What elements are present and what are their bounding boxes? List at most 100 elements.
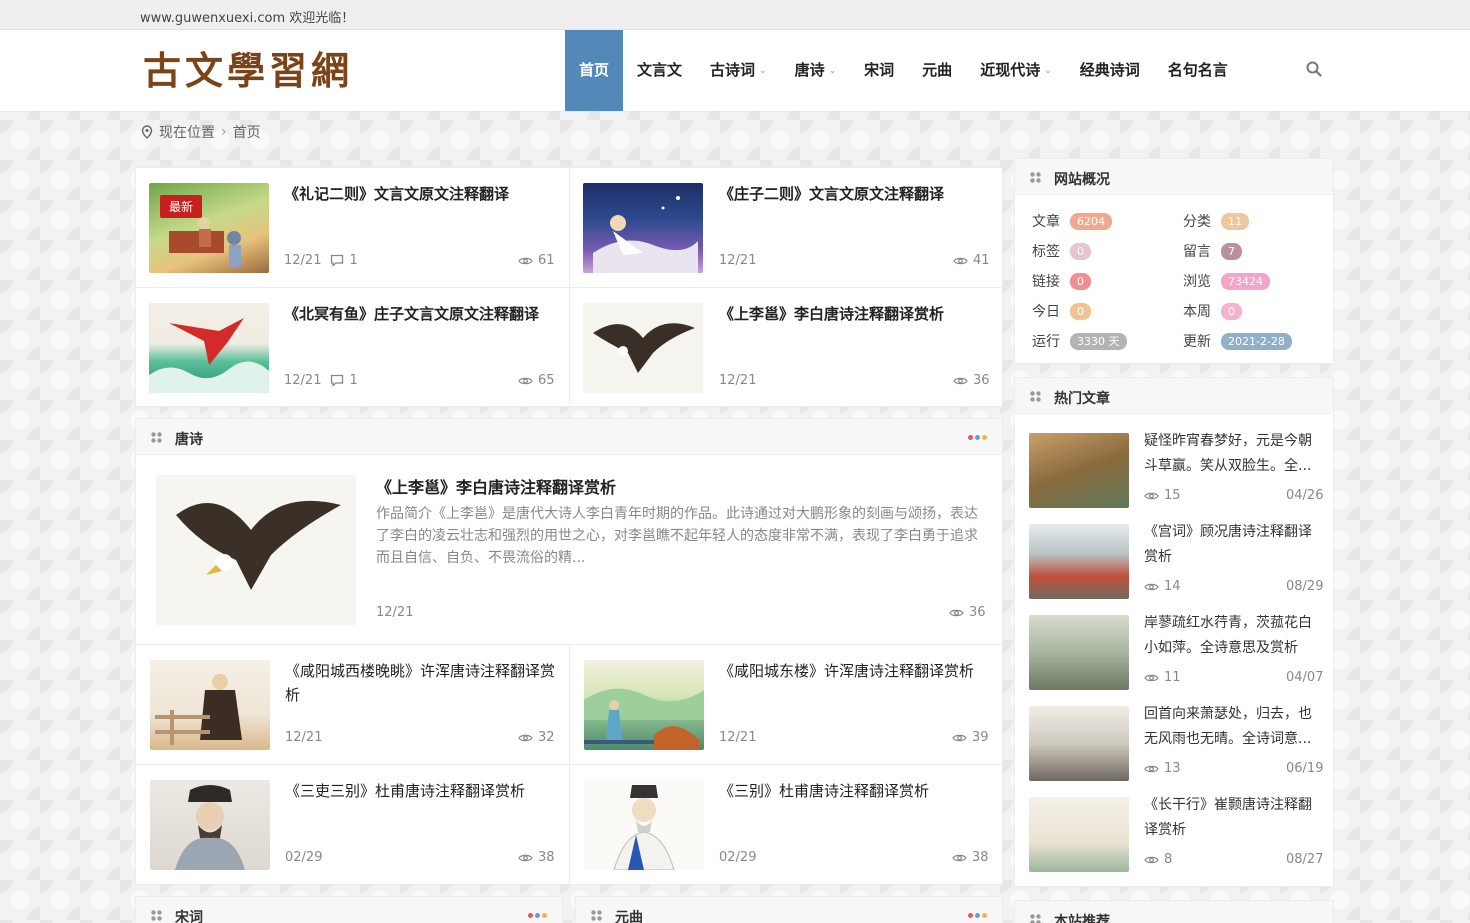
hot-article-item: 《宫词》顾况唐诗注释翻译赏析 14 08/29 [1015, 524, 1333, 604]
nav-item-jingdianshici[interactable]: 经典诗词 [1066, 30, 1154, 111]
post-date: 08/27 [1286, 852, 1324, 867]
grid-dots-icon [151, 432, 162, 443]
view-number: 61 [538, 253, 555, 268]
view-number: 11 [1164, 670, 1181, 685]
post-thumbnail[interactable] [583, 183, 703, 273]
post-title[interactable]: 《三别》杜甫唐诗注释翻译赏析 [719, 779, 991, 803]
hot-article-title[interactable]: 疑怪昨宵春梦好，元是今朝斗草赢。笑从双脸生。全... [1144, 429, 1316, 479]
hot-article-item: 回首向来萧瑟处，归去，也无风雨也无晴。全诗词意... 13 06/19 [1015, 706, 1333, 786]
new-badge: 最新 [160, 195, 203, 218]
featured-post: 《上李邕》李白唐诗注释翻译赏析 作品简介《上李邕》是唐代大诗人李白青年时期的作品… [136, 455, 1002, 645]
chevron-down-icon: ⌄ [759, 66, 767, 76]
breadcrumb-home-link[interactable]: 首页 [233, 122, 261, 142]
post-thumbnail[interactable] [584, 660, 704, 750]
widget-header: 网站概况 [1015, 159, 1333, 195]
nav-item-yuanqu[interactable]: 元曲 [908, 30, 966, 111]
hot-articles-widget: 热门文章 疑怪昨宵春梦好，元是今朝斗草赢。笑从双脸生。全... 15 04/26 《宫… [1014, 377, 1334, 887]
nav-item-wenyanwen[interactable]: 文言文 [623, 30, 696, 111]
post-title[interactable]: 《上李邕》李白唐诗注释翻译赏析 [719, 302, 991, 326]
grid-dots-icon [151, 910, 162, 921]
stat-value-badge: 6204 [1070, 212, 1112, 230]
post-thumbnail[interactable] [584, 780, 704, 870]
nav-label: 元曲 [922, 61, 953, 79]
chevron-down-icon: ⌄ [828, 66, 837, 76]
more-dots-icon[interactable] [968, 913, 987, 918]
post-thumbnail[interactable] [150, 780, 270, 870]
nav-label: 唐诗 [794, 61, 825, 79]
post-thumbnail[interactable]: 最新 [149, 183, 269, 273]
view-count: 14 [1144, 579, 1181, 594]
post-title[interactable]: 《礼记二则》文言文原文注释翻译 [284, 182, 556, 206]
stat-value-badge: 73424 [1221, 272, 1270, 290]
hot-article-thumbnail[interactable] [1029, 706, 1129, 781]
hot-article-title[interactable]: 回首向来萧瑟处，归去，也无风雨也无晴。全诗词意... [1144, 702, 1316, 752]
nav-item-songci[interactable]: 宋词 [850, 30, 908, 111]
post-date: 12/21 [284, 373, 322, 388]
stat-label: 链接 [1032, 274, 1060, 290]
stat-label: 标签 [1032, 244, 1060, 260]
view-number: 13 [1164, 761, 1181, 776]
view-count: 38 [952, 850, 989, 865]
hot-article-thumbnail[interactable] [1029, 615, 1129, 690]
nav-item-jinxiandaishi[interactable]: 近现代诗 ⌄ [966, 30, 1066, 111]
nav-item-gushici[interactable]: 古诗词 ⌄ [696, 30, 781, 111]
stat-item: 运行 3330 天 [1032, 331, 1127, 351]
post-meta: 12/21 1 [284, 253, 358, 268]
view-count: 65 [518, 373, 555, 388]
hot-article-thumbnail[interactable] [1029, 433, 1129, 508]
nav-label: 名句名言 [1167, 61, 1228, 79]
stat-item: 今日 0 [1032, 301, 1091, 321]
hot-article-thumbnail[interactable] [1029, 524, 1129, 599]
eye-icon [1144, 764, 1159, 774]
view-number: 65 [538, 373, 555, 388]
featured-title[interactable]: 《上李邕》李白唐诗注释翻译赏析 [376, 475, 616, 501]
section-title: 宋词 [175, 910, 203, 923]
post-date: 04/07 [1286, 670, 1324, 685]
nav-item-mingjumingyan[interactable]: 名句名言 [1154, 30, 1242, 111]
nav-label: 文言文 [637, 61, 683, 79]
widget-title: 网站概况 [1054, 172, 1110, 188]
hot-article-title[interactable]: 《宫词》顾况唐诗注释翻译赏析 [1144, 520, 1316, 570]
more-dots-icon[interactable] [968, 435, 987, 440]
stat-value-badge: 0 [1070, 272, 1091, 290]
post-thumbnail[interactable] [149, 303, 269, 393]
hot-article-title[interactable]: 《长干行》崔颢唐诗注释翻译赏析 [1144, 793, 1316, 843]
post-title[interactable]: 《庄子二则》文言文原文注释翻译 [719, 182, 991, 206]
search-icon[interactable] [1306, 61, 1322, 77]
eye-icon [1144, 673, 1159, 683]
hot-article-title[interactable]: 岸蓼疏红水荇青，茨菰花白小如萍。全诗意思及赏析 [1144, 611, 1316, 661]
stat-item: 文章 6204 [1032, 211, 1112, 231]
view-count: 11 [1144, 670, 1181, 685]
post-title[interactable]: 《三吏三别》杜甫唐诗注释翻译赏析 [285, 779, 557, 803]
stat-label: 本周 [1183, 304, 1211, 320]
top-bar: www.guwenxuexi.com 欢迎光临！ [0, 0, 1470, 30]
nav-item-home[interactable]: 首页 [565, 30, 624, 111]
view-number: 38 [972, 850, 989, 865]
post-title[interactable]: 《北冥有鱼》庄子文言文原文注释翻译 [284, 302, 556, 326]
chevron-right-icon: › [221, 124, 227, 140]
songci-section: 宋词 [135, 896, 563, 923]
comment-icon [330, 374, 344, 387]
stat-item: 浏览 73424 [1183, 271, 1270, 291]
section-header: 元曲 [576, 897, 1002, 923]
post-date: 06/19 [1286, 761, 1324, 776]
view-count: 36 [949, 605, 986, 620]
site-logo[interactable]: 古文學習網 [143, 46, 353, 96]
post-title[interactable]: 《咸阳城西楼晚眺》许浑唐诗注释翻译赏析 [285, 659, 557, 707]
post-thumbnail[interactable] [583, 303, 703, 393]
featured-thumbnail[interactable] [156, 475, 356, 625]
stat-value-badge: 11 [1221, 212, 1249, 230]
nav-label: 首页 [579, 61, 610, 79]
post-title[interactable]: 《咸阳城东楼》许浑唐诗注释翻译赏析 [719, 659, 991, 683]
eye-icon [952, 733, 967, 743]
stat-label: 留言 [1183, 244, 1211, 260]
welcome-text: www.guwenxuexi.com 欢迎光临！ [140, 11, 355, 26]
nav-label: 经典诗词 [1079, 61, 1140, 79]
hot-article-thumbnail[interactable] [1029, 797, 1129, 872]
more-dots-icon[interactable] [528, 913, 547, 918]
post-thumbnail[interactable] [150, 660, 270, 750]
section-header: 宋词 [136, 897, 562, 923]
post-meta: 12/21 [719, 373, 756, 388]
nav-item-tangshi[interactable]: 唐诗 ⌄ [781, 30, 851, 111]
stat-label: 更新 [1183, 334, 1211, 350]
